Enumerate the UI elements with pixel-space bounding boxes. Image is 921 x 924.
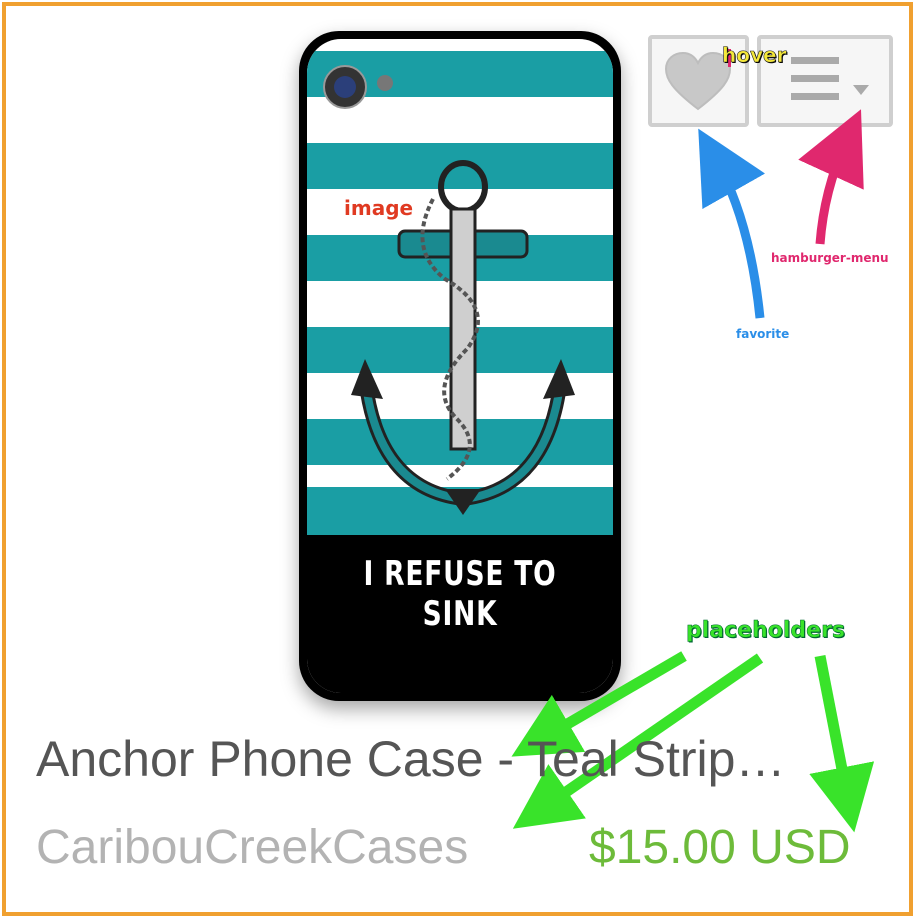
favorite-annotation: favorite xyxy=(736,327,790,341)
shop-name[interactable]: CaribouCreekCases xyxy=(36,820,468,875)
phone-case: I REFUSE TO SINK xyxy=(299,31,621,701)
camera-lens xyxy=(323,65,367,109)
case-artwork: I REFUSE TO SINK xyxy=(307,39,613,693)
caret-down-icon xyxy=(853,85,869,95)
camera-flash xyxy=(377,75,393,91)
case-slogan: I REFUSE TO SINK xyxy=(363,554,557,634)
hamburger-annotation: hamburger-menu xyxy=(771,251,889,265)
product-image[interactable]: I REFUSE TO SINK xyxy=(263,15,653,705)
product-title[interactable]: Anchor Phone Case - Teal Strip… xyxy=(36,730,836,788)
hover-annotation: hover xyxy=(722,43,787,68)
placeholders-annotation: placeholders xyxy=(686,618,846,644)
image-annotation: image xyxy=(344,196,414,220)
product-price: $15.00 USD xyxy=(589,821,851,874)
